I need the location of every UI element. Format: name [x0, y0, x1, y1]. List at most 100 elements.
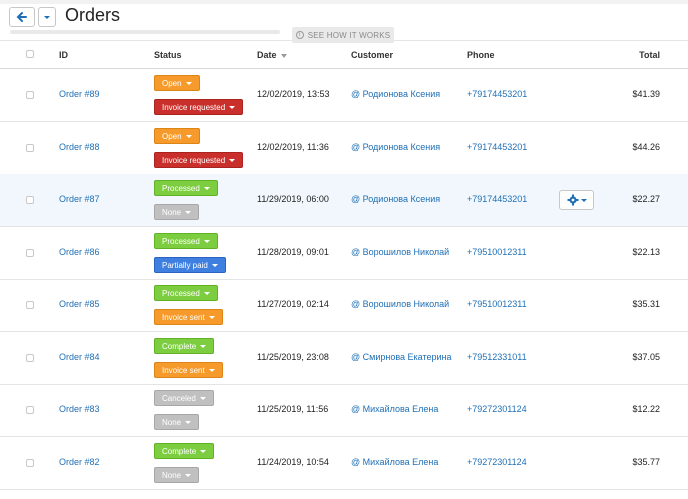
chevron-down-icon: [211, 263, 218, 267]
table-row[interactable]: Order #86 Processed Partially paid 11/28…: [0, 227, 688, 280]
chevron-down-icon: [44, 16, 50, 19]
order-status-label: Open: [162, 79, 182, 88]
customer-link[interactable]: @ Родионова Ксения: [351, 142, 440, 152]
chevron-down-icon: [208, 368, 215, 372]
payment-status-label: Partially paid: [162, 260, 208, 270]
payment-status-dropdown[interactable]: Invoice sent: [154, 309, 223, 325]
payment-status-dropdown[interactable]: Invoice sent: [154, 361, 223, 378]
order-date: 12/02/2019, 13:53: [257, 89, 330, 99]
payment-status-label: Invoice requested: [162, 155, 226, 165]
order-date: 11/27/2019, 02:14: [257, 299, 329, 309]
page-title: Orders: [65, 5, 121, 25]
payment-status-label: Invoice sent: [162, 313, 205, 322]
select-all-checkbox[interactable]: [26, 50, 34, 58]
order-total: $22.13: [632, 246, 660, 257]
order-id-link[interactable]: Order #83: [59, 404, 100, 414]
order-id-link[interactable]: Order #85: [59, 299, 100, 309]
chevron-down-icon: [203, 239, 210, 243]
table-row[interactable]: Order #89 Open Invoice requested 12/02/2…: [0, 69, 688, 122]
phone-link[interactable]: +79272301124: [467, 457, 527, 467]
column-id[interactable]: ID: [59, 50, 68, 60]
customer-link[interactable]: @ Родионова Ксения: [351, 89, 440, 99]
payment-status-label: Invoice requested: [162, 103, 226, 112]
payment-status-dropdown[interactable]: None: [154, 204, 200, 220]
column-customer[interactable]: Customer: [351, 50, 393, 60]
order-status-dropdown[interactable]: Complete: [154, 442, 215, 459]
order-total: $12.22: [632, 404, 660, 414]
table-row[interactable]: Order #84 Complete Invoice sent 11/25/20…: [0, 332, 688, 385]
gear-icon: [567, 194, 587, 206]
chevron-down-icon: [208, 316, 215, 320]
payment-status-dropdown[interactable]: Invoice requested: [154, 99, 244, 115]
order-total: $35.31: [632, 299, 660, 309]
chevron-down-icon: [203, 292, 210, 296]
order-status-dropdown[interactable]: Complete: [154, 337, 215, 354]
chevron-down-icon: [229, 106, 236, 110]
payment-status-dropdown[interactable]: Invoice requested: [154, 151, 244, 168]
customer-link[interactable]: @ Михайлова Елена: [351, 457, 438, 467]
phone-link[interactable]: +79510012311: [467, 299, 527, 309]
row-checkbox[interactable]: [26, 91, 34, 99]
phone-link[interactable]: +79510012311: [467, 247, 527, 257]
row-checkbox[interactable]: [26, 406, 34, 414]
order-id-link[interactable]: Order #87: [59, 194, 100, 204]
order-status-dropdown[interactable]: Processed: [154, 285, 218, 301]
table-row[interactable]: Order #85 Processed Invoice sent 11/27/2…: [0, 279, 688, 332]
top-shadow: [0, 0, 688, 4]
how-it-works-button[interactable]: i SEE HOW IT WORKS: [292, 27, 394, 43]
row-checkbox[interactable]: [26, 248, 34, 257]
phone-link[interactable]: +79174453201: [467, 89, 527, 99]
order-total: $37.05: [632, 351, 660, 362]
payment-status-label: None: [162, 208, 182, 217]
table-row[interactable]: Order #87 Processed None 11/29/2019, 06:…: [0, 174, 688, 227]
customer-link[interactable]: @ Михайлова Елена: [351, 404, 438, 414]
order-id-link[interactable]: Order #82: [59, 457, 100, 467]
row-checkbox[interactable]: [26, 458, 34, 467]
order-status-dropdown[interactable]: Processed: [154, 232, 218, 249]
row-checkbox[interactable]: [26, 301, 34, 309]
phone-link[interactable]: +79174453201: [467, 194, 527, 204]
phone-link[interactable]: +79272301124: [467, 404, 527, 414]
row-checkbox[interactable]: [26, 353, 34, 362]
order-status-dropdown[interactable]: Processed: [154, 180, 218, 196]
phone-link[interactable]: +79512331011: [467, 352, 527, 362]
payment-status-dropdown[interactable]: None: [154, 414, 200, 430]
toolbar-shadow: [10, 30, 280, 34]
payment-status-dropdown[interactable]: Partially paid: [154, 256, 226, 273]
row-checkbox[interactable]: [26, 143, 34, 152]
order-status-label: Open: [162, 131, 182, 141]
order-status-label: Processed: [162, 184, 200, 193]
column-status[interactable]: Status: [154, 50, 182, 60]
table-row[interactable]: Order #83 Canceled None 11/25/2019, 11:5…: [0, 384, 688, 437]
column-phone[interactable]: Phone: [467, 50, 495, 60]
order-status-dropdown[interactable]: Canceled: [154, 390, 214, 406]
order-date: 11/25/2019, 23:08: [257, 351, 329, 362]
chevron-down-icon: [185, 473, 192, 477]
row-checkbox[interactable]: [26, 196, 34, 204]
chevron-down-icon: [200, 344, 207, 348]
chevron-down-icon: [185, 134, 192, 138]
table-row[interactable]: Order #82 Complete None 11/24/2019, 10:5…: [0, 437, 688, 490]
order-id-link[interactable]: Order #88: [59, 142, 100, 152]
customer-link[interactable]: @ Смирнова Екатерина: [351, 352, 452, 362]
payment-status-dropdown[interactable]: None: [154, 466, 200, 483]
back-button[interactable]: [9, 7, 35, 27]
column-date[interactable]: Date: [257, 50, 288, 60]
customer-link[interactable]: @ Родионова Ксения: [351, 194, 440, 204]
payment-status-label: None: [162, 470, 182, 480]
order-id-link[interactable]: Order #86: [59, 247, 100, 257]
order-id-link[interactable]: Order #84: [59, 352, 100, 362]
nav-dropdown-button[interactable]: [38, 7, 56, 27]
sort-icon: [281, 53, 288, 58]
customer-link[interactable]: @ Ворошилов Николай: [351, 299, 449, 309]
column-total[interactable]: Total: [639, 50, 660, 60]
phone-link[interactable]: +79174453201: [467, 142, 527, 152]
table-row[interactable]: Order #88 Open Invoice requested 12/02/2…: [0, 122, 688, 175]
order-status-dropdown[interactable]: Open: [154, 75, 200, 91]
order-status-dropdown[interactable]: Open: [154, 127, 200, 144]
order-total: $22.27: [632, 194, 660, 204]
order-date: 11/25/2019, 11:56: [257, 404, 329, 414]
row-actions-button[interactable]: [559, 190, 594, 210]
order-id-link[interactable]: Order #89: [59, 89, 100, 99]
customer-link[interactable]: @ Ворошилов Николай: [351, 247, 449, 257]
